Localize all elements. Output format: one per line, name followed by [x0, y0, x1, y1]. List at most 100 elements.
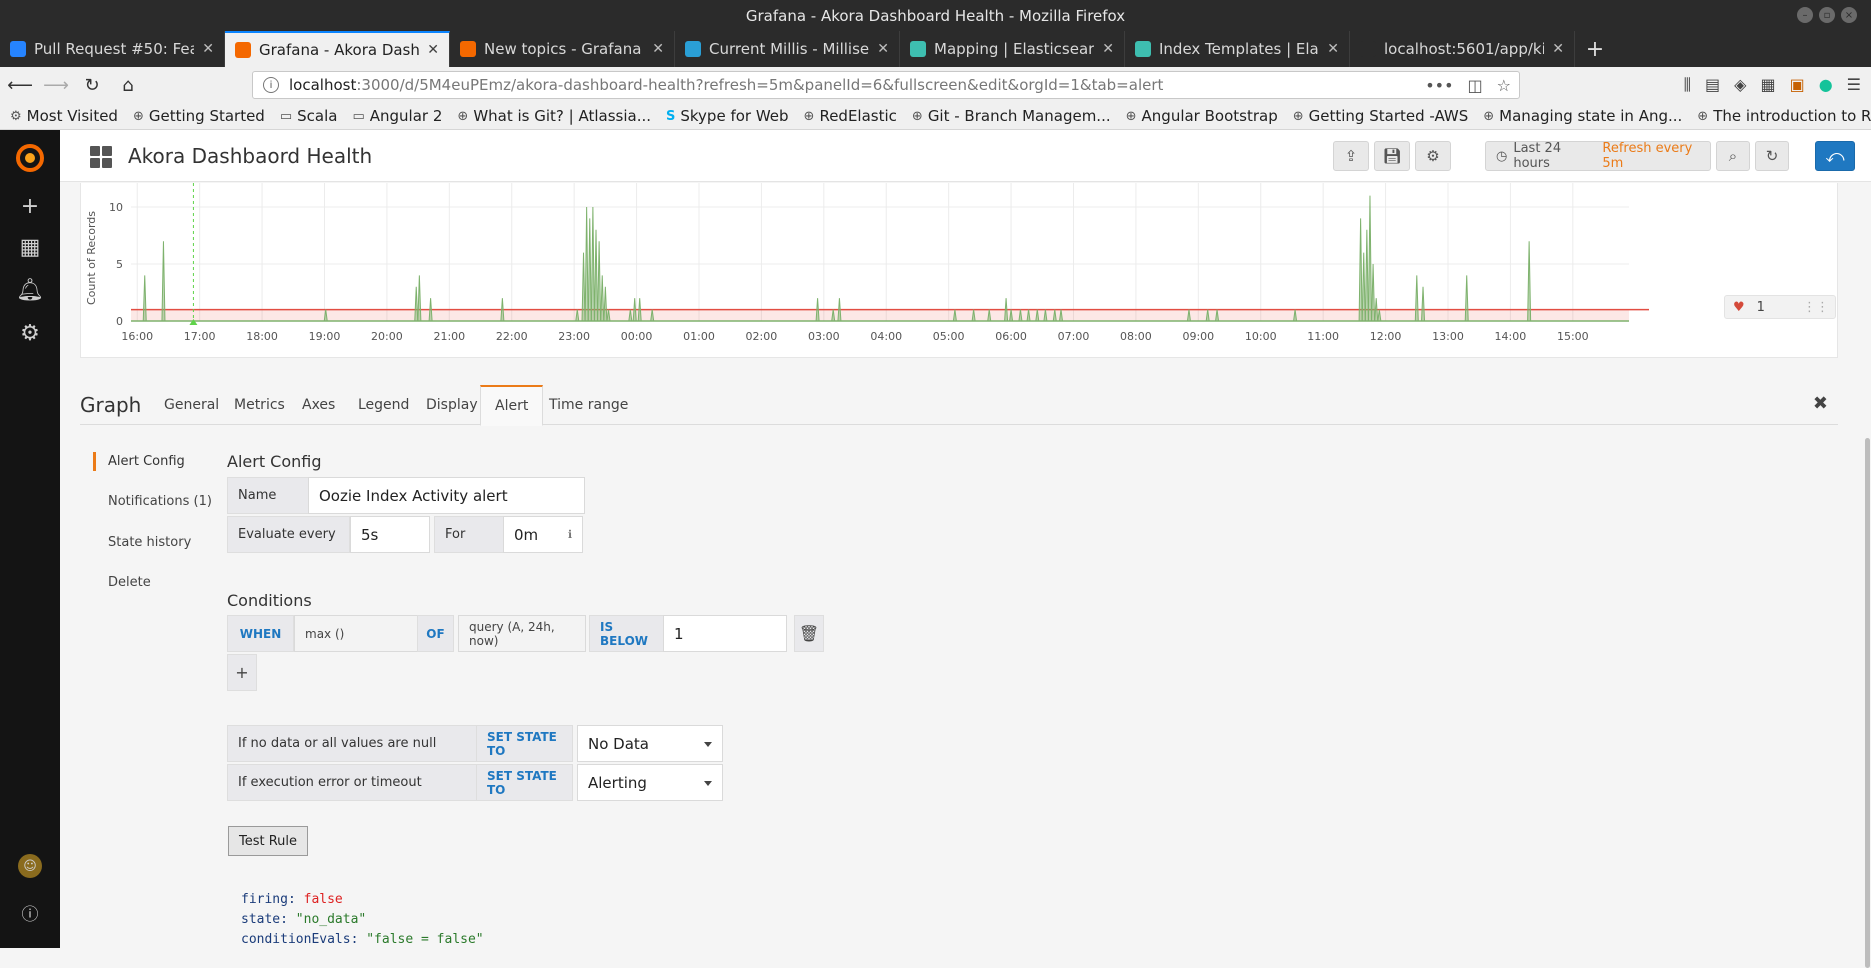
bookmark-item[interactable]: ⊕ RedElastic [804, 107, 897, 125]
forward-button[interactable]: ⟶ [40, 70, 72, 100]
pocket-icon[interactable]: ◫ [1468, 76, 1483, 95]
evaluator-select[interactable]: IS BELOW [589, 615, 664, 652]
library-icon[interactable]: ⫼ [1684, 75, 1691, 95]
add-condition-button[interactable]: + [227, 654, 257, 691]
tab-close-icon[interactable]: ✕ [1327, 41, 1339, 57]
threshold-handle[interactable]: ♥ 1 ⋮⋮ [1724, 295, 1836, 319]
bookmark-item[interactable]: ⊕ Git - Branch Managem... [912, 107, 1111, 125]
url-bar[interactable]: i localhost:3000/d/5M4euPEmz/akora-dashb… [252, 71, 1520, 99]
page-scrollbar[interactable] [1863, 183, 1871, 968]
bookmark-item[interactable]: S Skype for Web [666, 107, 789, 125]
refresh-button[interactable]: ↻ [1755, 141, 1789, 171]
dashboards-icon[interactable]: ▦ [16, 233, 44, 261]
browser-tab[interactable]: Current Millis - Milliseco ✕ [675, 31, 900, 67]
bookmark-item[interactable]: ⚙ Most Visited [10, 107, 118, 125]
tab-axes[interactable]: Axes [288, 385, 349, 425]
test-rule-button[interactable]: Test Rule [228, 826, 308, 856]
browser-tab[interactable]: Index Templates | Elastic ✕ [1125, 31, 1350, 67]
addon-icon[interactable]: ▣ [1790, 75, 1805, 95]
reducer-select[interactable]: max () [294, 615, 418, 652]
bookmark-item[interactable]: ⊕ Getting Started [133, 107, 265, 125]
reader-icon[interactable]: ▦ [1760, 75, 1775, 95]
back-button[interactable]: ⟵ [4, 70, 36, 100]
browser-tab[interactable]: Grafana - Akora Dashbo ✕ [225, 31, 450, 67]
trash-icon[interactable]: 🗑︎ [794, 615, 824, 652]
extension-icon[interactable]: ◈ [1734, 75, 1746, 95]
bookmark-item[interactable]: ⊕ Managing state in Ang... [1483, 107, 1682, 125]
tab-close-icon[interactable]: ✕ [1552, 41, 1564, 57]
grammarly-icon[interactable]: ● [1819, 75, 1833, 95]
site-info-icon[interactable]: i [263, 77, 279, 93]
bookmark-item[interactable]: ⊕ The introduction to R... [1697, 107, 1871, 125]
graph-chart[interactable]: 16:00 17:00 18:00 19:00 20:00 21:00 22:00 23:00… [81, 183, 1838, 358]
tab-close-icon[interactable]: ✕ [202, 41, 214, 57]
minimize-button[interactable]: – [1797, 7, 1813, 23]
info-icon[interactable]: ℹ [568, 528, 572, 541]
page-actions-icon[interactable]: ••• [1425, 76, 1453, 95]
subnav-state-history[interactable]: State history [108, 535, 191, 550]
menu-icon[interactable]: ☰ [1847, 75, 1861, 95]
bookmark-item[interactable]: ⊕ Angular Bootstrap [1126, 107, 1278, 125]
bookmark-label: The introduction to R... [1713, 107, 1871, 125]
bookmark-item[interactable]: ▭ Scala [280, 107, 338, 125]
tab-alert[interactable]: Alert [480, 385, 544, 426]
evaluate-every-input[interactable]: 5s [350, 516, 430, 553]
tab-close-icon[interactable]: ✕ [427, 42, 439, 58]
configuration-gear-icon[interactable]: ⚙ [16, 319, 44, 347]
reload-button[interactable]: ↻ [76, 70, 108, 100]
x-tick-label: 02:00 [746, 330, 778, 343]
save-button[interactable]: 💾︎ [1374, 141, 1410, 171]
globe-icon: ⊕ [1125, 108, 1137, 124]
bookmark-item[interactable]: ⊕ Getting Started -AWS [1293, 107, 1469, 125]
bookmark-item[interactable]: ⊕ What is Git? | Atlassia... [457, 107, 651, 125]
settings-button[interactable]: ⚙ [1415, 141, 1451, 171]
bookmark-star-icon[interactable]: ☆ [1497, 76, 1511, 95]
grafana-logo-icon[interactable] [12, 140, 48, 176]
y-tick-label: 5 [116, 258, 123, 271]
condition-evals-value: "false = false" [366, 932, 484, 947]
dashboard-grid-icon[interactable] [90, 146, 112, 168]
no-data-state-select[interactable]: No Data [577, 725, 723, 762]
x-tick-label: 07:00 [1058, 330, 1090, 343]
tab-time-range[interactable]: Time range [535, 385, 642, 425]
help-icon[interactable]: ⓘ [16, 898, 44, 926]
browser-tab[interactable]: localhost:5601/app/kibana ✕ [1350, 31, 1575, 67]
close-editor-icon[interactable]: ✖ [1813, 393, 1828, 414]
share-button[interactable]: ⇪ [1333, 141, 1369, 171]
subnav-delete[interactable]: Delete [108, 575, 151, 590]
tab-close-icon[interactable]: ✕ [1102, 41, 1114, 57]
browser-tab[interactable]: New topics - Grafana Co ✕ [450, 31, 675, 67]
exec-error-state-select[interactable]: Alerting [577, 764, 723, 801]
new-tab-button[interactable]: + [1575, 31, 1615, 67]
time-picker-button[interactable]: ◷ Last 24 hours Refresh every 5m [1485, 141, 1711, 171]
dashboard-title[interactable]: Akora Dashbaord Health [128, 144, 372, 168]
user-avatar[interactable]: ☺ [18, 854, 42, 878]
create-plus-icon[interactable]: + [16, 192, 44, 220]
for-input[interactable]: 0m ℹ [503, 516, 583, 553]
tab-close-icon[interactable]: ✕ [877, 41, 889, 57]
scrollbar-thumb[interactable] [1865, 438, 1870, 968]
close-window-button[interactable]: × [1841, 7, 1857, 23]
subnav-alert-config[interactable]: Alert Config [108, 454, 185, 469]
browser-tab[interactable]: Mapping | Elasticsearch ✕ [900, 31, 1125, 67]
threshold-input[interactable]: 1 [663, 615, 787, 652]
sidebar-icon[interactable]: ▤ [1705, 75, 1720, 95]
query-select[interactable]: query (A, 24h, now) [458, 615, 586, 652]
back-to-dashboard-button[interactable]: ⤺ [1815, 141, 1855, 171]
tab-close-icon[interactable]: ✕ [652, 41, 664, 57]
alerting-bell-icon[interactable]: 🔔︎ [16, 276, 44, 304]
alert-name-input[interactable]: Oozie Index Activity alert [308, 477, 585, 514]
browser-tab[interactable]: Pull Request #50: Featur ✕ [0, 31, 225, 67]
x-tick-label: 10:00 [1245, 330, 1277, 343]
name-label: Name [227, 477, 309, 514]
maximize-button[interactable]: ▫ [1819, 7, 1835, 23]
for-value: 0m [514, 525, 539, 544]
subnav-notifications[interactable]: Notifications (1) [108, 494, 212, 509]
series-spike [1464, 275, 1469, 322]
tab-metrics[interactable]: Metrics [220, 385, 299, 425]
zoom-out-button[interactable]: ⌕ [1716, 141, 1750, 171]
bookmark-item[interactable]: ▭ Angular 2 [352, 107, 442, 125]
drag-handle-icon[interactable]: ⋮⋮ [1803, 300, 1829, 315]
folder-icon: ▭ [352, 108, 365, 124]
home-button[interactable]: ⌂ [112, 70, 144, 100]
